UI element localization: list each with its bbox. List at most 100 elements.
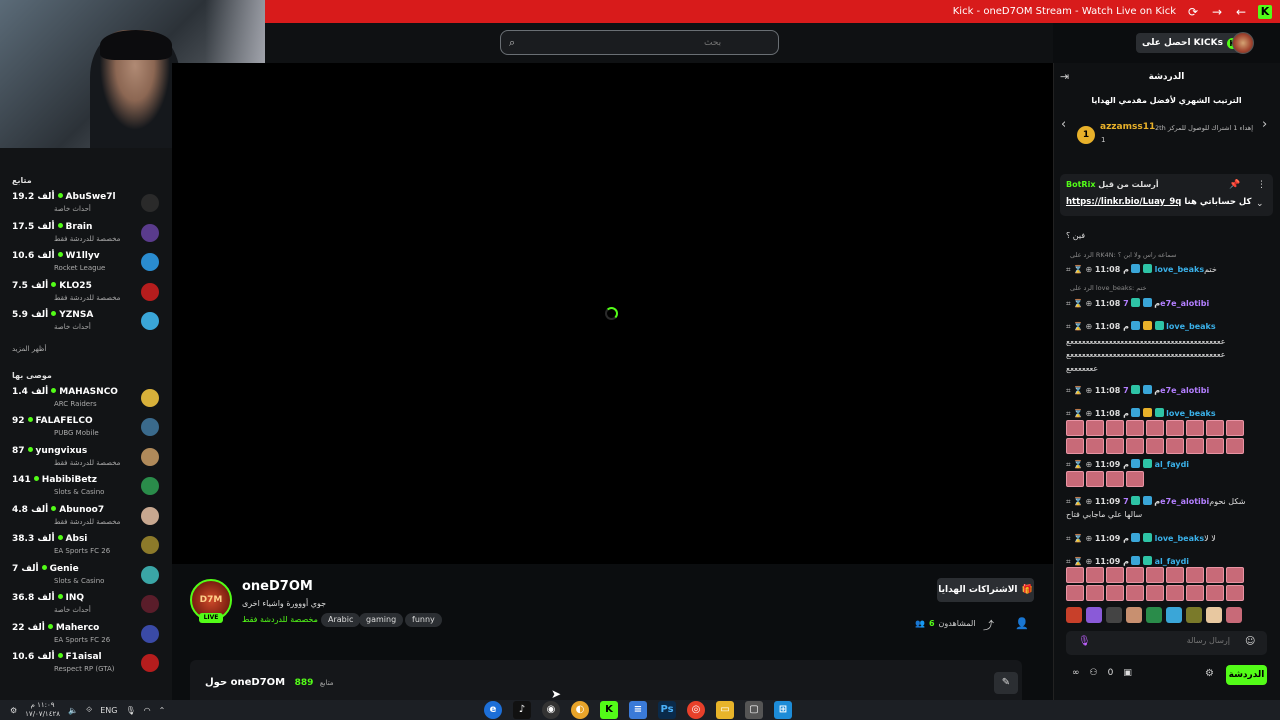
sidebar-channel[interactable]: 87 yungvixus مخصصة للدردشة فقط bbox=[8, 445, 164, 475]
channel-category: أحداث خاصة bbox=[54, 323, 91, 331]
emote-icon[interactable] bbox=[1206, 607, 1222, 623]
sidebar-channel[interactable]: 7 ألف Genie Slots & Casino bbox=[8, 563, 164, 593]
gift-subs-button[interactable]: الاشتراكات الهدايا 🎁 bbox=[937, 578, 1034, 602]
search-input[interactable] bbox=[521, 37, 722, 48]
sidebar-channel[interactable]: 17.5 ألف Brain مخصصة للدردشة فقط bbox=[8, 221, 164, 251]
stream-category[interactable]: مخصصة للدردشة فقط bbox=[242, 615, 318, 624]
settings-tray-icon[interactable]: ⚙ bbox=[10, 706, 17, 715]
message-user[interactable]: love_beaks bbox=[1166, 409, 1216, 418]
share-icon[interactable]: ⤴ bbox=[983, 617, 994, 633]
chat-input-box[interactable] bbox=[1066, 631, 1267, 655]
forward-icon[interactable]: → bbox=[1210, 5, 1224, 19]
emote-icon[interactable] bbox=[1186, 607, 1202, 623]
users-icon[interactable]: ⚇ bbox=[1090, 668, 1098, 678]
infinity-icon[interactable]: ∞ bbox=[1072, 668, 1080, 678]
search-bar[interactable]: ⌕ bbox=[500, 30, 779, 55]
sidebar-channel[interactable]: 10.6 ألف F1aisal Respect RP (GTA) bbox=[8, 651, 164, 681]
message-tools[interactable]: ⌗ ⌛ ⊕ bbox=[1066, 299, 1092, 308]
sidebar-channel[interactable]: 141 HabibiBetz Slots & Casino bbox=[8, 474, 164, 504]
network-icon[interactable]: ⟐ bbox=[86, 705, 92, 715]
chat-settings-icon[interactable]: ⚙ bbox=[1205, 668, 1214, 679]
clock[interactable]: ١١:٠٩ م ١٧/٠٧/١٤٢٨ bbox=[25, 701, 60, 719]
sidebar-channel[interactable]: 92 FALAFELCO PUBG Mobile bbox=[8, 415, 164, 445]
sidebar-channel[interactable]: 36.8 ألف INQ أحداث خاصة bbox=[8, 592, 164, 622]
loading-spinner-icon bbox=[605, 307, 618, 320]
emote-icon[interactable] bbox=[1066, 607, 1082, 623]
mic-tray-icon[interactable]: 🎙 bbox=[126, 706, 136, 715]
sidebar-channel[interactable]: 38.3 ألف Absi EA Sports FC 26 bbox=[8, 533, 164, 563]
message-tools[interactable]: ⌗ ⌛ ⊕ bbox=[1066, 497, 1092, 506]
edit-pencil-icon[interactable]: ✎ bbox=[994, 672, 1018, 694]
message-tools[interactable]: ⌗ ⌛ ⊕ bbox=[1066, 386, 1092, 395]
pinned-link[interactable]: https://linkr.bio/Luay_9q bbox=[1066, 197, 1181, 207]
channel-name-line: 10.6 ألف F1aisal bbox=[12, 652, 102, 662]
chat-send-button[interactable]: الدردشة bbox=[1226, 665, 1267, 685]
tag-gaming[interactable]: gaming bbox=[359, 613, 404, 627]
tray-expand-icon[interactable]: ⌃ bbox=[159, 706, 166, 715]
follow-user-icon[interactable]: 👤 bbox=[1015, 617, 1029, 630]
emoji-icon[interactable]: ☺ bbox=[1245, 636, 1255, 647]
gift-box-icon[interactable]: ▣ bbox=[1123, 668, 1132, 678]
window-app-icon[interactable]: ▢ bbox=[745, 701, 763, 719]
message-tools[interactable]: ⌗ ⌛ ⊕ bbox=[1066, 460, 1092, 469]
channel-name-line: 87 yungvixus bbox=[12, 446, 87, 456]
channel-name: Abunoo7 bbox=[59, 504, 105, 515]
volume-icon[interactable]: 🔈 bbox=[68, 706, 78, 715]
emote-icon[interactable] bbox=[1146, 607, 1162, 623]
more-options-icon[interactable]: ⋮ bbox=[1257, 180, 1266, 190]
back-icon[interactable]: ← bbox=[1234, 5, 1248, 19]
sidebar-channel[interactable]: 22 ألف Maherco EA Sports FC 26 bbox=[8, 622, 164, 652]
tag-arabic[interactable]: Arabic bbox=[321, 613, 361, 627]
message-tools[interactable]: ⌗ ⌛ ⊕ bbox=[1066, 557, 1092, 566]
message-user[interactable]: al_faydi bbox=[1155, 460, 1189, 469]
photoshop-app-icon[interactable]: Ps bbox=[658, 701, 676, 719]
sidebar-channel[interactable]: 7.5 ألف KLO25 مخصصة للدردشة فقط bbox=[8, 280, 164, 310]
message-user[interactable]: al_faydi bbox=[1155, 557, 1189, 566]
chevron-down-icon[interactable]: ⌄ bbox=[1256, 199, 1264, 209]
chat-input[interactable] bbox=[1090, 636, 1230, 645]
leaderboard-prev-icon[interactable]: ‹ bbox=[1061, 117, 1066, 132]
discord-app-icon[interactable]: ◐ bbox=[571, 701, 589, 719]
pinned-author[interactable]: BotRix bbox=[1066, 180, 1095, 189]
message-tools[interactable]: ⌗ ⌛ ⊕ bbox=[1066, 322, 1092, 331]
profile-avatar[interactable] bbox=[1232, 32, 1254, 54]
sidebar-channel[interactable]: 5.9 ألف YZNSA أحداث خاصة bbox=[8, 309, 164, 339]
sidebar-channel[interactable]: 4.8 ألف Abunoo7 مخصصة للدردشة فقط bbox=[8, 504, 164, 534]
edge-app-icon[interactable]: e bbox=[484, 701, 502, 719]
show-more-link[interactable]: أظهر المزيد bbox=[12, 345, 164, 353]
kick-logo-icon[interactable]: K bbox=[1258, 4, 1272, 19]
streamer-name[interactable]: oneD7OM bbox=[242, 579, 313, 594]
language-indicator[interactable]: ENG bbox=[100, 706, 117, 715]
leaderboard-user[interactable]: azzamss11 bbox=[1100, 122, 1155, 132]
message-tools[interactable]: ⌗ ⌛ ⊕ bbox=[1066, 265, 1092, 274]
kick-app-icon[interactable]: K bbox=[600, 701, 618, 719]
get-kicks-button[interactable]: احصل على KICKs K bbox=[1136, 33, 1244, 53]
message-user[interactable]: love_beaks bbox=[1155, 265, 1205, 274]
pin-icon[interactable]: 📌 bbox=[1229, 180, 1240, 190]
refresh-icon[interactable]: ⟳ bbox=[1186, 5, 1200, 19]
emote-icon[interactable] bbox=[1086, 607, 1102, 623]
sidebar-channel[interactable]: 1.4 ألف MAHASNCO ARC Raiders bbox=[8, 386, 164, 416]
emote-icon bbox=[1066, 438, 1084, 454]
microphone-icon[interactable]: 🎙 bbox=[1078, 636, 1091, 647]
sidebar-channel[interactable]: 10.6 ألف W1llyv Rocket League bbox=[8, 250, 164, 280]
obs-app-icon[interactable]: ◉ bbox=[542, 701, 560, 719]
tiktok-app-icon[interactable]: ♪ bbox=[513, 701, 531, 719]
emote-icon[interactable] bbox=[1226, 607, 1242, 623]
chrome-app-icon[interactable]: ◎ bbox=[687, 701, 705, 719]
wifi-icon[interactable]: ◠ bbox=[144, 706, 151, 715]
windows-start-icon[interactable]: ⊞ bbox=[774, 701, 792, 719]
message-user[interactable]: love_beaks bbox=[1166, 322, 1216, 331]
file-explorer-app-icon[interactable]: ▭ bbox=[716, 701, 734, 719]
message-tools[interactable]: ⌗ ⌛ ⊕ bbox=[1066, 534, 1092, 543]
message-user[interactable]: love_beaks bbox=[1155, 534, 1205, 543]
notepad-app-icon[interactable]: ≡ bbox=[629, 701, 647, 719]
sidebar-channel[interactable]: 19.2 ألف AbuSwe7l أحداث خاصة bbox=[8, 191, 164, 221]
emote-icon[interactable] bbox=[1166, 607, 1182, 623]
channel-viewers: 141 bbox=[12, 475, 31, 485]
leaderboard-next-icon[interactable]: › bbox=[1262, 117, 1267, 132]
tag-funny[interactable]: funny bbox=[405, 613, 442, 627]
message-tools[interactable]: ⌗ ⌛ ⊕ bbox=[1066, 409, 1092, 418]
emote-icon[interactable] bbox=[1106, 607, 1122, 623]
emote-icon[interactable] bbox=[1126, 607, 1142, 623]
